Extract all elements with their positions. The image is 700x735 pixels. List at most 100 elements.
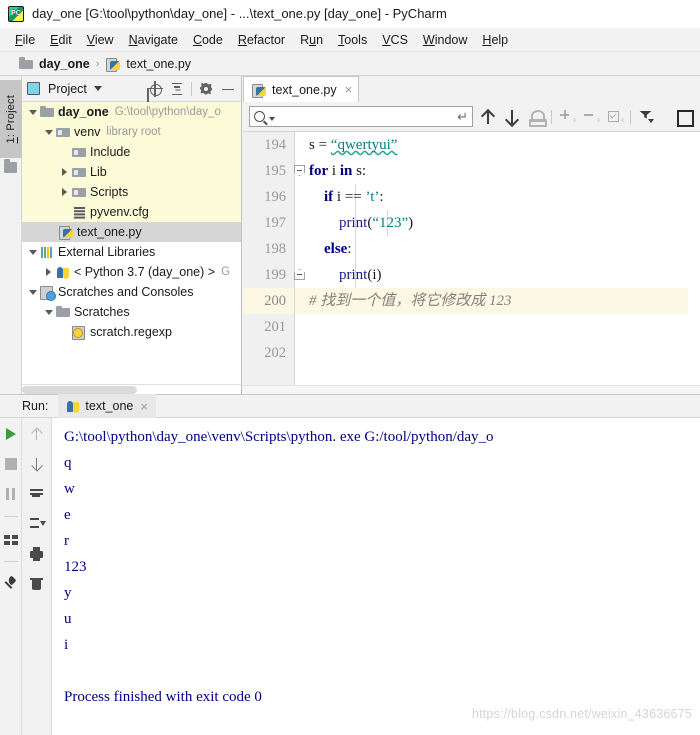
console-line: r <box>64 533 69 549</box>
line-number: 197 <box>264 215 286 231</box>
search-input[interactable]: ↵ <box>249 106 473 127</box>
folder-library-icon <box>72 185 87 199</box>
locate-icon[interactable] <box>147 80 163 97</box>
close-icon[interactable]: × <box>140 399 148 414</box>
code-editor[interactable]: 194 195 196 197 198 199 200 201 202 s = … <box>243 132 700 385</box>
project-tree[interactable]: day_one G:\tool\python\day_o venv librar… <box>22 102 241 384</box>
tree-item-pyvenv-cfg[interactable]: pyvenv.cfg <box>22 202 241 222</box>
menu-bar: File Edit View Navigate Code Refactor Ru… <box>0 28 700 52</box>
close-icon[interactable]: × <box>345 82 353 97</box>
tree-item-external-libraries[interactable]: External Libraries <box>22 242 241 262</box>
menu-help[interactable]: Help <box>475 31 516 49</box>
breadcrumb-project[interactable]: day_one <box>18 57 90 71</box>
tree-item-day-one[interactable]: day_one G:\tool\python\day_o <box>22 102 241 122</box>
editor-vscrollbar[interactable] <box>688 132 700 385</box>
filter-icon[interactable] <box>637 108 655 126</box>
tree-item-text-one-py[interactable]: text_one.py <box>22 222 241 242</box>
pycharm-window: day_one [G:\tool\python\day_one] - ...\t… <box>0 0 700 735</box>
tree-item-scripts[interactable]: Scripts <box>22 182 241 202</box>
expand-arrow-icon[interactable] <box>42 304 55 320</box>
expand-arrow-icon[interactable] <box>26 244 39 260</box>
arrow-down-icon[interactable] <box>503 108 521 126</box>
tree-item-label: Lib <box>90 165 107 179</box>
menu-tools[interactable]: Tools <box>331 31 375 49</box>
collapse-arrow-icon[interactable] <box>58 164 71 180</box>
menu-refactor[interactable]: Refactor <box>231 31 293 49</box>
project-tool-window: Project day_one G:\tool\python\day_o ven… <box>22 76 242 394</box>
editor-tab-text-one-py[interactable]: text_one.py × <box>243 76 360 102</box>
run-tool-window: Run: text_one × G:\tool\python\day_one\v… <box>0 394 700 735</box>
stop-icon[interactable] <box>3 456 19 472</box>
tree-item-badge: G <box>221 266 231 278</box>
checked-icon[interactable]: ıı <box>606 108 624 126</box>
tool-window-tab-project[interactable]: 1: Project <box>0 80 22 158</box>
run-tab-text-one[interactable]: text_one × <box>58 394 156 418</box>
collapse-arrow-icon[interactable] <box>58 184 71 200</box>
tree-item-label: Scratches <box>74 305 130 319</box>
clear-all-icon[interactable] <box>29 576 45 592</box>
menu-code[interactable]: Code <box>186 31 231 49</box>
minimize-icon[interactable] <box>220 81 236 97</box>
chevron-down-icon[interactable] <box>93 86 102 91</box>
print-icon[interactable] <box>29 546 45 562</box>
code-line-194: s = “qwertyui” <box>309 137 398 153</box>
line-number: 199 <box>264 267 286 283</box>
tree-item-scratches[interactable]: Scratches <box>22 302 241 322</box>
tree-item-lib[interactable]: Lib <box>22 162 241 182</box>
pause-icon[interactable] <box>3 486 19 502</box>
expand-arrow-icon[interactable] <box>42 124 55 140</box>
tree-item-venv[interactable]: venv library root <box>22 122 241 142</box>
tree-item-scratches-and-consoles[interactable]: Scratches and Consoles <box>22 282 241 302</box>
menu-edit[interactable]: Edit <box>43 31 80 49</box>
run-icon[interactable] <box>3 426 19 442</box>
collapse-arrow-icon[interactable] <box>42 264 55 280</box>
editor-hscrollbar[interactable] <box>243 385 700 394</box>
menu-run[interactable]: Run <box>293 31 331 49</box>
tree-item-python-sdk[interactable]: < Python 3.7 (day_one) > G <box>22 262 241 282</box>
menu-navigate[interactable]: Navigate <box>122 31 186 49</box>
console-output[interactable]: G:\tool\python\day_one\venv\Scripts\pyth… <box>52 418 700 735</box>
square-icon[interactable] <box>675 108 694 127</box>
stamp-icon[interactable] <box>527 108 547 127</box>
python-file-icon <box>106 57 121 72</box>
menu-view[interactable]: View <box>80 31 122 49</box>
arrow-up-icon[interactable] <box>29 426 45 442</box>
menu-vcs[interactable]: VCS <box>375 31 416 49</box>
scroll-to-end-icon[interactable] <box>29 516 46 532</box>
arrow-down-icon[interactable] <box>29 456 45 472</box>
project-tab-number: 1 <box>5 136 17 144</box>
layout-icon[interactable] <box>3 531 19 547</box>
folder-icon <box>40 105 55 119</box>
find-toolbar: ↵ ıı ıı ıı <box>243 102 700 132</box>
chevron-down-icon[interactable] <box>269 116 275 121</box>
menu-window[interactable]: Window <box>416 31 475 49</box>
remove-icon[interactable]: ıı <box>582 108 600 126</box>
menu-file[interactable]: File <box>8 31 43 49</box>
arrow-up-icon[interactable] <box>479 108 497 126</box>
scrollbar-thumb[interactable] <box>22 386 137 394</box>
tree-item-label: Include <box>90 145 131 159</box>
tree-item-label: < Python 3.7 (day_one) > <box>74 265 216 279</box>
toolbar-divider <box>630 109 631 124</box>
gear-icon[interactable] <box>198 81 214 97</box>
expand-arrow-icon[interactable] <box>26 284 39 300</box>
pin-icon[interactable] <box>3 576 19 592</box>
tree-item-label: External Libraries <box>58 245 156 259</box>
tree-item-path: G:\tool\python\day_o <box>114 106 221 118</box>
tree-item-scratch-regexp[interactable]: scratch.regexp <box>22 322 241 342</box>
run-panel-label: Run: <box>22 399 49 413</box>
code-content[interactable]: s = “qwertyui” for i in s: if i == ’t’: … <box>295 132 700 385</box>
expand-arrow-icon[interactable] <box>26 104 39 120</box>
run-tab-bar: Run: text_one × <box>0 394 700 418</box>
search-icon <box>254 111 265 122</box>
line-number: 202 <box>264 345 286 361</box>
project-panel-title: Project <box>48 81 87 96</box>
breadcrumb-file[interactable]: text_one.py <box>105 57 191 72</box>
breadcrumb: day_one › text_one.py <box>0 52 700 76</box>
add-icon[interactable]: ıı <box>558 108 576 126</box>
soft-wrap-icon[interactable] <box>29 486 45 502</box>
structure-folder-icon[interactable] <box>4 159 17 173</box>
project-tree-hscrollbar[interactable] <box>22 384 241 394</box>
collapse-all-icon[interactable] <box>169 81 185 97</box>
tree-item-include[interactable]: Include <box>22 142 241 162</box>
